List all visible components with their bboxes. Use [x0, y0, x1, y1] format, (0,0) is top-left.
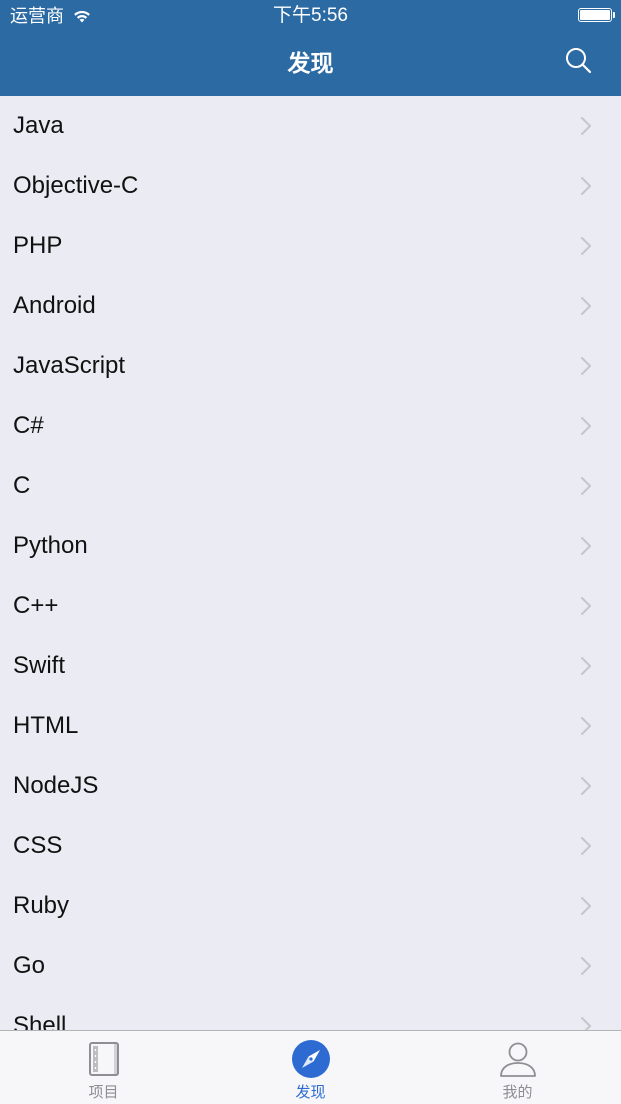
- list-item-label: C: [13, 472, 31, 499]
- compass-icon: [291, 1040, 330, 1078]
- tab-item[interactable]: 发现: [207, 1031, 414, 1104]
- tab-label: 我的: [502, 1084, 533, 1101]
- list-item[interactable]: Ruby: [0, 876, 621, 936]
- list-item[interactable]: CSS: [0, 816, 621, 876]
- discover-screen: 运营商 下午5:56 发现 Java Objective-C PHP Android J…: [0, 0, 621, 1104]
- list-item-label: Java: [13, 112, 64, 139]
- chevron-right-icon: [580, 116, 592, 136]
- tab-label: 项目: [88, 1084, 119, 1101]
- list-item-label: Go: [13, 952, 46, 979]
- list-item-label: CSS: [13, 832, 63, 859]
- list-item[interactable]: PHP: [0, 216, 621, 276]
- chevron-right-icon: [580, 596, 592, 616]
- chevron-right-icon: [580, 416, 592, 436]
- list-item-label: Shell: [13, 1012, 67, 1031]
- list-item-label: JavaScript: [13, 352, 126, 379]
- chevron-right-icon: [580, 836, 592, 856]
- chevron-right-icon: [580, 656, 592, 676]
- status-time: 下午5:56: [273, 5, 348, 26]
- chevron-right-icon: [580, 356, 592, 376]
- chevron-right-icon: [580, 956, 592, 976]
- list-item-label: NodeJS: [13, 772, 99, 799]
- list-item-label: Android: [13, 292, 96, 319]
- battery-fill: [580, 10, 610, 20]
- category-list: Java Objective-C PHP Android JavaScript C# C Py…: [0, 96, 621, 1031]
- chevron-right-icon: [580, 236, 592, 256]
- list-item-label: C++: [13, 592, 59, 619]
- chevron-right-icon: [580, 1016, 592, 1031]
- list-item-label: Python: [13, 532, 88, 559]
- list-item[interactable]: JavaScript: [0, 336, 621, 396]
- list-item[interactable]: C++: [0, 576, 621, 636]
- chevron-right-icon: [580, 296, 592, 316]
- list-item[interactable]: Swift: [0, 636, 621, 696]
- search-icon[interactable]: [563, 45, 595, 77]
- list-item[interactable]: HTML: [0, 696, 621, 756]
- list-item-label: Ruby: [13, 892, 70, 919]
- chevron-right-icon: [580, 536, 592, 556]
- list-item-label: Objective-C: [13, 172, 139, 199]
- list-item[interactable]: Android: [0, 276, 621, 336]
- list-item[interactable]: NodeJS: [0, 756, 621, 816]
- list-item[interactable]: Java: [0, 96, 621, 156]
- list-item[interactable]: C: [0, 456, 621, 516]
- tab-item[interactable]: 项目: [0, 1031, 207, 1104]
- chevron-right-icon: [580, 716, 592, 736]
- battery-icon: [578, 8, 615, 22]
- list-item-label: HTML: [13, 712, 79, 739]
- chevron-right-icon: [580, 896, 592, 916]
- notebook-icon: [88, 1042, 119, 1076]
- list-item-label: PHP: [13, 232, 63, 259]
- person-icon: [499, 1042, 536, 1077]
- page-title: 发现: [287, 50, 334, 76]
- chevron-right-icon: [580, 176, 592, 196]
- list-item[interactable]: Objective-C: [0, 156, 621, 216]
- list-item[interactable]: C#: [0, 396, 621, 456]
- list-item-label: C#: [13, 412, 44, 439]
- list-item[interactable]: Shell: [0, 996, 621, 1031]
- list-item-label: Swift: [13, 652, 66, 679]
- list-item[interactable]: Python: [0, 516, 621, 576]
- chevron-right-icon: [580, 776, 592, 796]
- navigation-header: 运营商 下午5:56 发现: [0, 0, 621, 96]
- chevron-right-icon: [580, 476, 592, 496]
- list-item[interactable]: Go: [0, 936, 621, 996]
- tab-label: 发现: [295, 1084, 326, 1101]
- tab-bar: 项目 发现 我的: [0, 1030, 621, 1104]
- status-bar: 运营商 下午5:56: [0, 0, 621, 32]
- tab-item[interactable]: 我的: [414, 1031, 621, 1104]
